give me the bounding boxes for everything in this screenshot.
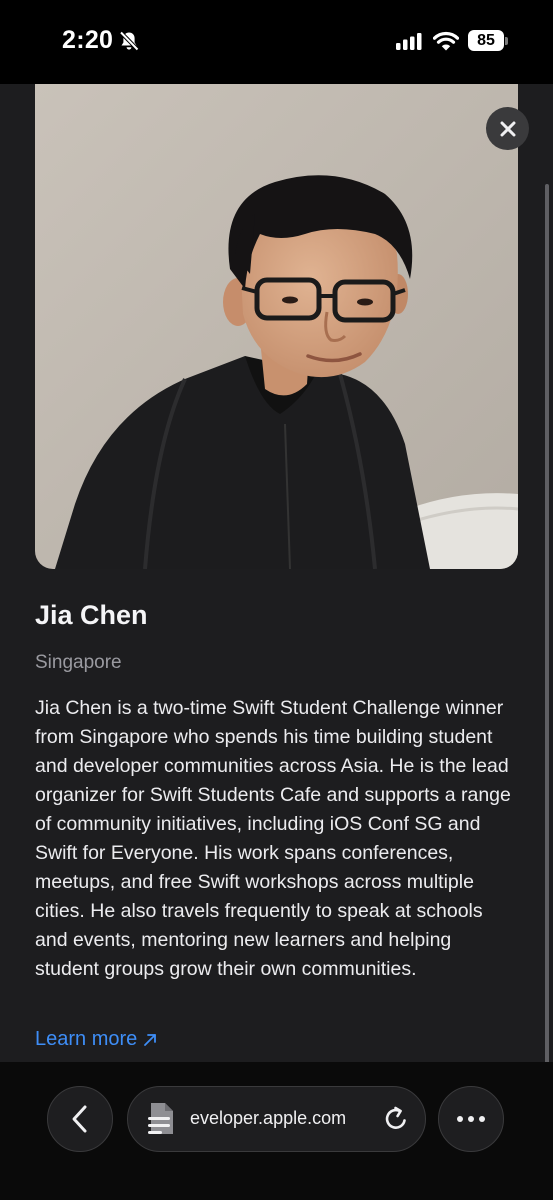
battery-tip xyxy=(505,37,508,45)
arrow-up-right-icon xyxy=(144,1033,157,1046)
ellipsis-icon xyxy=(457,1116,485,1122)
signal-icon xyxy=(396,33,422,50)
profile-name: Jia Chen xyxy=(35,600,148,630)
learn-more-label: Learn more xyxy=(35,1028,138,1050)
profile-location: Singapore xyxy=(35,652,122,673)
chevron-left-icon xyxy=(72,1105,87,1133)
profile-sheet: Jia Chen Singapore Jia Chen is a two-tim… xyxy=(0,84,553,1062)
battery-indicator: 85 xyxy=(468,30,504,51)
more-button[interactable] xyxy=(438,1086,504,1152)
profile-bio: Jia Chen is a two-time Swift Student Cha… xyxy=(35,697,511,980)
scroll-indicator[interactable] xyxy=(545,184,549,1062)
reload-icon[interactable] xyxy=(382,1105,410,1133)
status-time: 2:20 xyxy=(62,26,114,54)
close-button[interactable] xyxy=(486,107,529,150)
address-url: eveloper.apple.com xyxy=(190,1108,347,1128)
profile-photo xyxy=(35,84,518,569)
page-icon xyxy=(148,1103,173,1134)
learn-more-link[interactable]: Learn more xyxy=(35,1028,157,1051)
wifi-icon xyxy=(433,31,459,51)
back-button[interactable] xyxy=(47,1086,113,1152)
close-icon xyxy=(500,121,515,136)
portrait-illustration xyxy=(35,84,518,569)
address-bar[interactable]: eveloper.apple.com xyxy=(127,1086,426,1152)
bell-slash-icon xyxy=(119,31,139,51)
status-bar: 2:20 85 xyxy=(0,0,553,84)
browser-toolbar: eveloper.apple.com xyxy=(0,1062,553,1200)
